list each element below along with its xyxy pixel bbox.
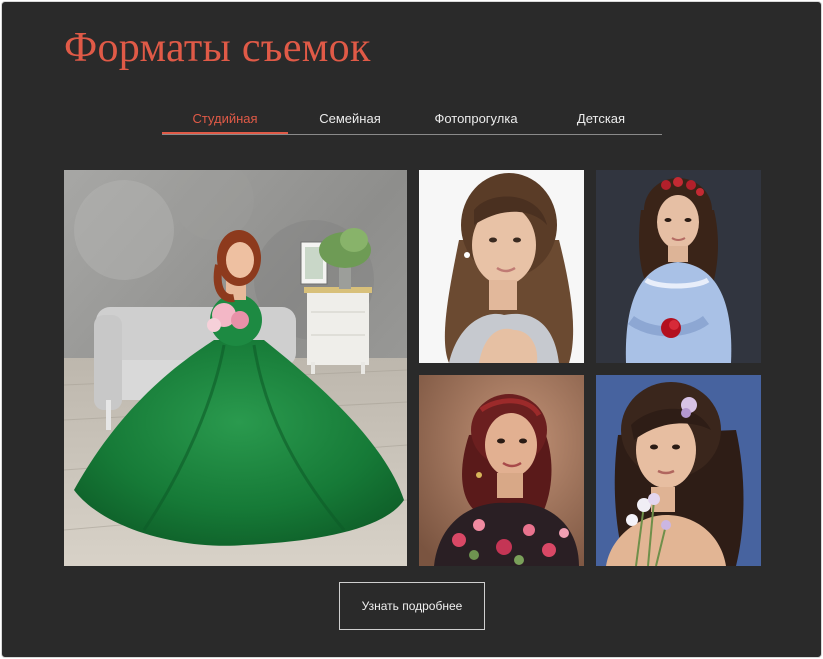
photo-green-dress[interactable] — [64, 170, 407, 566]
tab-family[interactable]: Семейная — [288, 110, 412, 134]
tab-studio[interactable]: Студийная — [162, 110, 288, 134]
section-title: Форматы съемок — [64, 25, 371, 71]
tab-photo-walk[interactable]: Фотопрогулка — [412, 110, 540, 134]
photo-portrait-white[interactable] — [419, 170, 584, 363]
learn-more-button[interactable]: Узнать подробнее — [339, 582, 485, 630]
photo-portrait-blue-blouse[interactable] — [596, 170, 761, 363]
formats-section: Форматы съемок Студийная Семейная Фотопр… — [1, 1, 822, 658]
photo-portrait-floral-dress[interactable] — [419, 375, 584, 566]
format-tabs: Студийная Семейная Фотопрогулка Детская — [162, 110, 662, 135]
tab-kids[interactable]: Детская — [540, 110, 662, 134]
tabs-track — [162, 134, 662, 135]
photo-portrait-blue-flowers[interactable] — [596, 375, 761, 566]
